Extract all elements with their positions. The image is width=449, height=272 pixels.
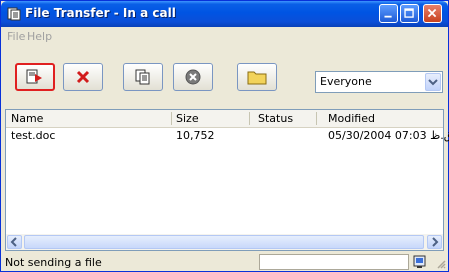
- status-text: Not sending a file: [5, 256, 102, 269]
- scroll-thumb[interactable]: [24, 235, 424, 249]
- table-row[interactable]: test.doc 10,752 05/30/2004 07:03 ق.ظ: [6, 128, 449, 143]
- stop-button[interactable]: [173, 63, 213, 91]
- close-icon: [427, 8, 437, 18]
- toolbar: Everyone: [1, 45, 448, 105]
- maximize-icon: [404, 8, 414, 18]
- chevron-right-icon: [432, 237, 439, 247]
- scroll-left-button[interactable]: [7, 235, 22, 249]
- recipient-select[interactable]: Everyone: [315, 71, 443, 93]
- column-header-name[interactable]: Name: [11, 112, 43, 125]
- cancel-transfer-button[interactable]: [63, 63, 103, 91]
- column-divider[interactable]: [316, 112, 317, 125]
- column-divider[interactable]: [249, 112, 250, 125]
- send-file-icon: [26, 69, 42, 84]
- horizontal-scrollbar[interactable]: [6, 234, 443, 250]
- status-progress-field: [259, 254, 409, 270]
- resize-grip-icon[interactable]: [436, 259, 446, 269]
- send-file-button[interactable]: [15, 63, 55, 91]
- file-list[interactable]: Name Size Status Modified test.doc 10,75…: [5, 109, 449, 251]
- menu-bar: File Help: [1, 27, 448, 45]
- cancel-icon: [76, 70, 90, 84]
- close-button[interactable]: [423, 4, 442, 23]
- open-folder-button[interactable]: [237, 63, 277, 91]
- file-transfer-app-icon: [7, 7, 21, 21]
- menu-file[interactable]: File: [7, 30, 25, 43]
- column-header-size[interactable]: Size: [176, 112, 199, 125]
- minimize-button[interactable]: [379, 4, 398, 23]
- minimize-icon: [384, 15, 392, 18]
- chevron-left-icon: [10, 237, 17, 247]
- file-modified: 05/30/2004 07:03 ق.ظ: [328, 129, 449, 142]
- transfer-status-icon: [413, 255, 426, 268]
- file-size: 10,752: [176, 129, 215, 142]
- copy-icon: [135, 69, 150, 85]
- folder-icon: [247, 71, 267, 85]
- title-bar[interactable]: File Transfer - In a call: [1, 1, 448, 27]
- window-title: File Transfer - In a call: [25, 6, 176, 20]
- copy-button[interactable]: [123, 63, 163, 91]
- column-header-status[interactable]: Status: [258, 112, 293, 125]
- recipient-value: Everyone: [320, 75, 372, 88]
- file-transfer-window: File Transfer - In a call File Help Ever…: [0, 0, 449, 272]
- menu-help[interactable]: Help: [27, 30, 52, 43]
- list-header: Name Size Status Modified: [6, 110, 443, 128]
- dropdown-button[interactable]: [425, 73, 441, 91]
- column-divider[interactable]: [171, 112, 172, 125]
- scroll-right-button[interactable]: [427, 235, 442, 249]
- chevron-down-icon: [428, 79, 438, 86]
- file-name: test.doc: [11, 129, 56, 142]
- column-header-modified[interactable]: Modified: [328, 112, 375, 125]
- status-bar: Not sending a file: [1, 253, 448, 271]
- maximize-button[interactable]: [400, 4, 419, 23]
- stop-icon: [185, 69, 201, 85]
